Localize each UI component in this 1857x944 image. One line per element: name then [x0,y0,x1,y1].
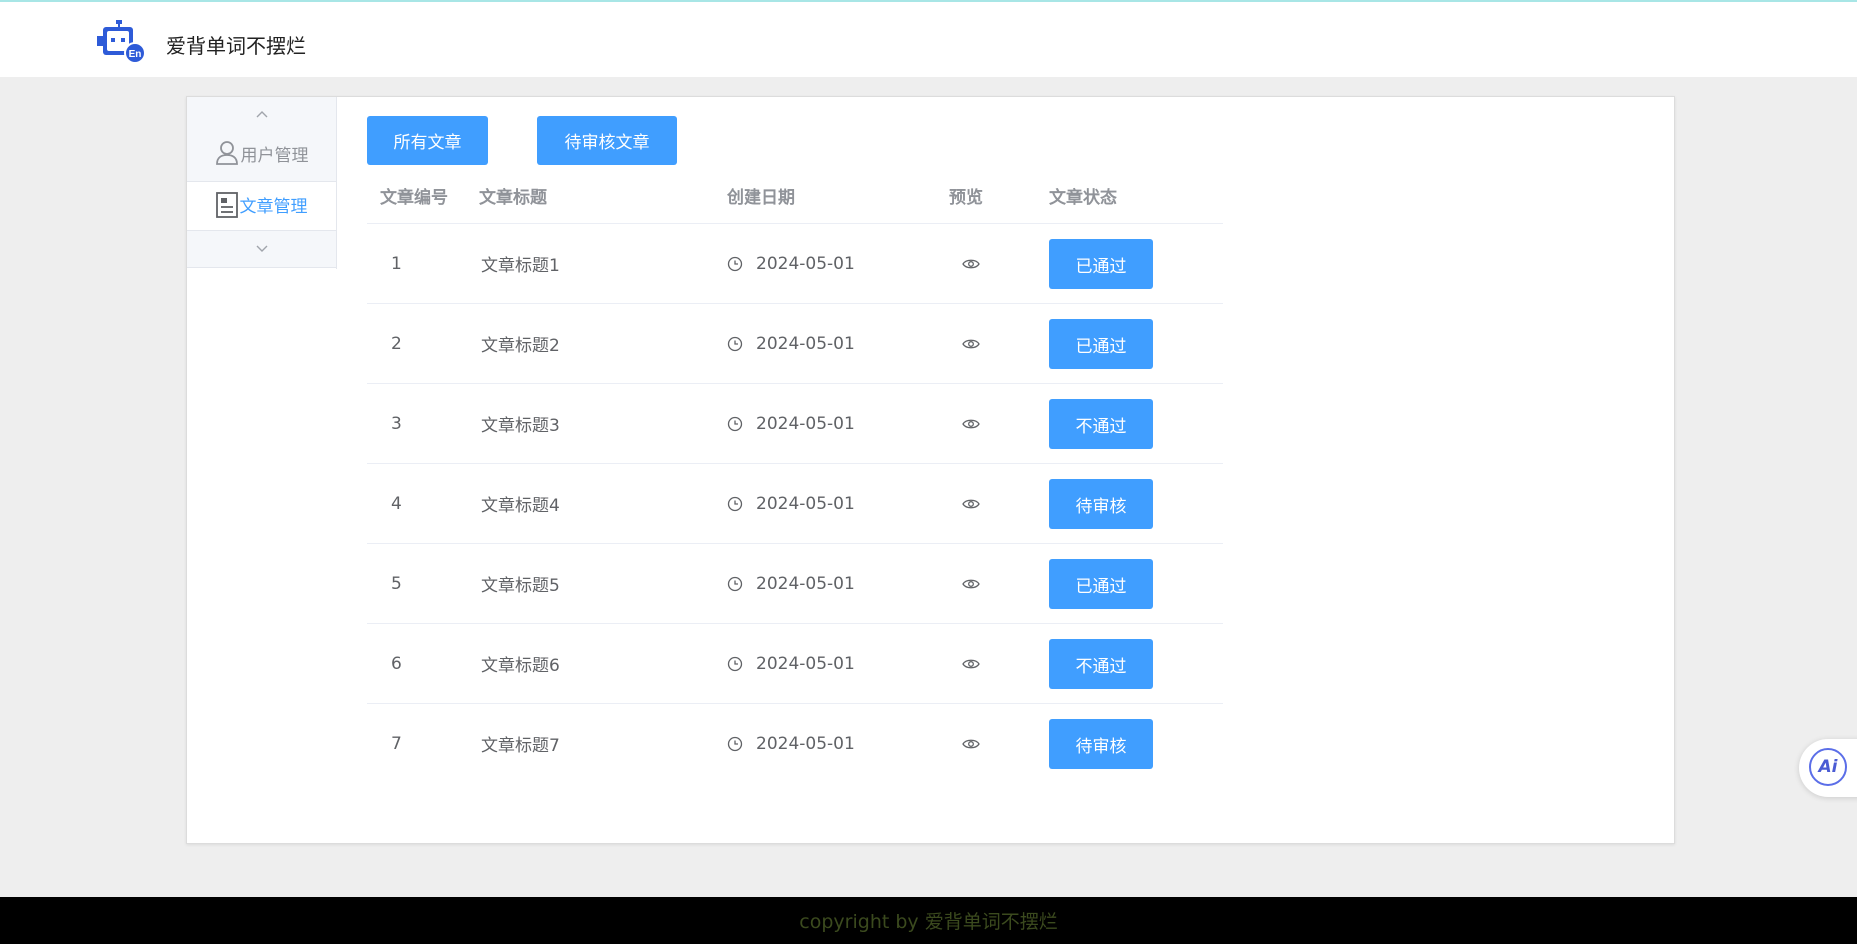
chevron-up-icon [256,111,268,118]
article-id: 4 [391,493,402,514]
eye-icon [962,499,980,508]
table-row: 3 文章标题3 2024-05-01 不通过 [367,383,1223,463]
table-row: 1 文章标题1 2024-05-01 已通过 [367,223,1223,303]
article-id: 2 [391,333,402,354]
column-header-id: 文章编号 [380,188,448,208]
eye-icon [962,579,980,588]
sidebar-item-article-management[interactable]: 文章管理 [187,182,336,227]
article-title: 文章标题1 [481,256,560,276]
date-text: 2024-05-01 [756,573,855,594]
status-button[interactable]: 不通过 [1049,399,1153,449]
document-icon [215,191,238,218]
article-date: 2024-05-01 [727,544,855,623]
clock-icon [727,576,743,591]
table-row: 5 文章标题5 2024-05-01 已通过 [367,543,1223,623]
table-row: 2 文章标题2 2024-05-01 已通过 [367,303,1223,383]
sidebar-item-user-management[interactable]: 用户管理 [187,133,336,173]
preview-button[interactable] [962,464,980,543]
status-button[interactable]: 已通过 [1049,319,1153,369]
sidebar-menu: 用户管理 文章管理 [187,97,337,269]
chevron-down-icon [256,245,268,252]
article-date: 2024-05-01 [727,704,855,783]
date-text: 2024-05-01 [756,333,855,354]
eye-icon [962,739,980,748]
column-header-title: 文章标题 [479,188,547,208]
app-header: En 爱背单词不摆烂 [0,2,1857,77]
sidebar-scroll-down[interactable] [187,230,336,268]
status-button[interactable]: 已通过 [1049,239,1153,289]
preview-button[interactable] [962,544,980,623]
article-title: 文章标题3 [481,416,560,436]
preview-button[interactable] [962,704,980,783]
preview-button[interactable] [962,624,980,703]
article-title: 文章标题5 [481,576,560,596]
sidebar-item-label: 文章管理 [239,197,308,217]
article-id: 1 [391,253,402,274]
article-date: 2024-05-01 [727,464,855,543]
main-card: 用户管理 文章管理 所有文章 待审核文章 文章编号 文章标题 创建日期 预览 文… [186,96,1675,844]
date-text: 2024-05-01 [756,653,855,674]
eye-icon [962,339,980,348]
clock-icon [727,336,743,351]
date-text: 2024-05-01 [756,733,855,754]
status-button[interactable]: 不通过 [1049,639,1153,689]
clock-icon [727,496,743,511]
robot-logo-icon: En [97,20,146,64]
page-footer: copyright by 爱背单词不摆烂 [0,897,1857,944]
article-date: 2024-05-01 [727,224,855,303]
clock-icon [727,656,743,671]
article-id: 3 [391,413,402,434]
clock-icon [727,256,743,271]
footer-copyright: copyright by 爱背单词不摆烂 [799,911,1058,933]
article-title: 文章标题6 [481,656,560,676]
article-id: 5 [391,573,402,594]
tab-pending-articles[interactable]: 待审核文章 [537,116,677,165]
status-button[interactable]: 已通过 [1049,559,1153,609]
article-id: 6 [391,653,402,674]
article-date: 2024-05-01 [727,384,855,463]
ai-assistant-button[interactable]: Ai [1799,739,1857,797]
preview-button[interactable] [962,304,980,383]
user-icon [215,141,238,165]
eye-icon [962,259,980,268]
article-title: 文章标题2 [481,336,560,356]
tab-all-articles[interactable]: 所有文章 [367,116,488,165]
column-header-date: 创建日期 [727,188,795,208]
ai-assistant-icon: Ai [1809,748,1847,786]
table-row: 6 文章标题6 2024-05-01 不通过 [367,623,1223,703]
article-id: 7 [391,733,402,754]
app-brand-title: 爱背单词不摆烂 [166,34,306,58]
clock-icon [727,416,743,431]
date-text: 2024-05-01 [756,493,855,514]
svg-text:En: En [129,49,142,60]
date-text: 2024-05-01 [756,413,855,434]
table-row: 7 文章标题7 2024-05-01 待审核 [367,703,1223,783]
date-text: 2024-05-01 [756,253,855,274]
status-button[interactable]: 待审核 [1049,479,1153,529]
clock-icon [727,736,743,751]
article-title: 文章标题4 [481,496,560,516]
sidebar-item-label: 用户管理 [240,145,309,166]
column-header-status: 文章状态 [1049,188,1117,208]
article-title: 文章标题7 [481,736,560,756]
eye-icon [962,659,980,668]
eye-icon [962,419,980,428]
preview-button[interactable] [962,384,980,463]
article-date: 2024-05-01 [727,624,855,703]
preview-button[interactable] [962,224,980,303]
article-date: 2024-05-01 [727,304,855,383]
column-header-preview: 预览 [949,188,983,208]
status-button[interactable]: 待审核 [1049,719,1153,769]
table-row: 4 文章标题4 2024-05-01 待审核 [367,463,1223,543]
